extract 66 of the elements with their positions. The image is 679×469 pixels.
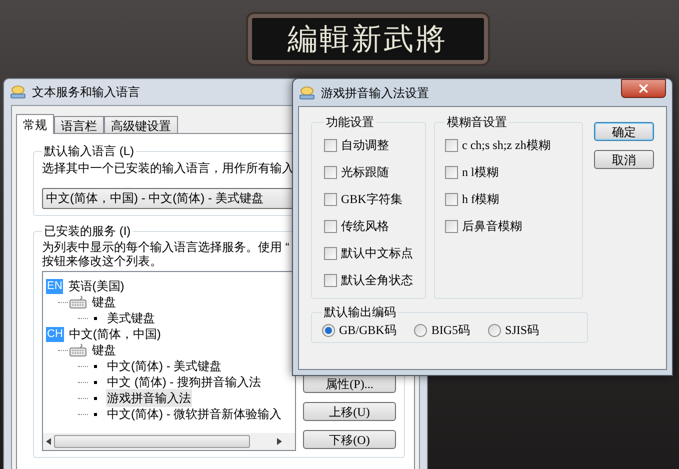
- group-title: 功能设置: [325, 114, 375, 131]
- app-icon: [299, 86, 315, 100]
- bullet-icon: [94, 396, 97, 400]
- checkbox[interactable]: [324, 166, 337, 178]
- checkbox[interactable]: [324, 246, 337, 260]
- bullet-icon: [94, 364, 97, 368]
- checkbox[interactable]: [324, 220, 337, 232]
- bullet-icon: [94, 316, 97, 320]
- dialog-button[interactable]: 确定: [594, 122, 654, 141]
- radio-button[interactable]: [322, 324, 335, 336]
- close-button[interactable]: [621, 79, 666, 98]
- side-button[interactable]: 上移(U): [303, 402, 396, 421]
- checkbox[interactable]: [445, 138, 458, 152]
- tree-item[interactable]: 中文(简体) - 美式键盘: [106, 357, 223, 375]
- description-text: 按钮来修改这个列表。: [42, 254, 162, 268]
- checkbox-label: c ch;s sh;z zh模糊: [462, 137, 550, 154]
- checkbox-label: n l模糊: [462, 164, 498, 181]
- checkbox[interactable]: [324, 138, 337, 152]
- radio-label: SJIS码: [505, 322, 540, 339]
- checkbox-label: 自动调整: [341, 137, 389, 154]
- language-badge: CH: [46, 326, 64, 342]
- scroll-right-icon[interactable]: [277, 438, 282, 445]
- scroll-left-icon[interactable]: [46, 438, 51, 445]
- checkbox-label: 默认中文标点: [341, 245, 413, 262]
- bullet-icon: [94, 412, 97, 416]
- group-title: 模糊音设置: [446, 114, 508, 131]
- checkbox-label: 后鼻音模糊: [462, 218, 522, 235]
- radio-button[interactable]: [488, 324, 502, 336]
- tree-item[interactable]: 美式键盘: [106, 309, 156, 327]
- tab[interactable]: 常规: [16, 114, 54, 134]
- checkbox[interactable]: [445, 192, 458, 206]
- description-text: 为列表中显示的每个输入语言选择服务。使用 “: [42, 240, 290, 254]
- checkbox-label: h f模糊: [462, 191, 499, 208]
- window-title: 文本服务和输入语言: [32, 84, 140, 101]
- tree-item[interactable]: 中文 (简体) - 搜狗拼音输入法: [106, 373, 262, 391]
- checkbox-label: 光标跟随: [341, 164, 389, 181]
- checkbox[interactable]: [445, 220, 458, 232]
- close-icon: [637, 82, 650, 95]
- checkbox-label: GBK字符集: [341, 191, 402, 208]
- radio-label: BIG5码: [431, 322, 470, 339]
- checkbox[interactable]: [324, 192, 337, 206]
- tree-item[interactable]: 游戏拼音输入法: [106, 389, 192, 407]
- checkbox[interactable]: [324, 274, 337, 286]
- horizontal-scrollbar[interactable]: [43, 433, 295, 450]
- tab[interactable]: 高级键设置: [104, 116, 178, 133]
- tree-item[interactable]: 键盘: [91, 293, 117, 311]
- radio-button[interactable]: [414, 324, 428, 336]
- tree-item[interactable]: 中文(简体，中国): [68, 325, 162, 343]
- radio-label: GB/GBK码: [339, 322, 396, 339]
- tree-item[interactable]: 中文(简体) - 微软拼音新体验输入: [106, 405, 283, 423]
- tree-item[interactable]: 键盘: [91, 341, 117, 359]
- bullet-icon: [94, 380, 97, 384]
- dialog-title: 游戏拼音输入法设置: [321, 84, 429, 102]
- checkbox-label: 默认全角状态: [341, 272, 413, 289]
- group-title: 已安装的服务 (I): [43, 223, 132, 240]
- tree-item[interactable]: 英语(美国): [67, 278, 126, 295]
- tab[interactable]: 语言栏: [54, 116, 104, 133]
- checkbox-label: 传统风格: [341, 218, 389, 235]
- banner-title: 編輯新武將: [288, 20, 448, 58]
- app-icon: [10, 85, 26, 99]
- group-title: 默认输出编码: [323, 304, 397, 321]
- group-title: 默认输入语言 (L): [43, 143, 135, 160]
- language-badge: EN: [46, 278, 64, 294]
- dialog-button[interactable]: 取消: [594, 150, 654, 169]
- side-button[interactable]: 下移(O): [303, 430, 396, 449]
- checkbox[interactable]: [445, 166, 458, 178]
